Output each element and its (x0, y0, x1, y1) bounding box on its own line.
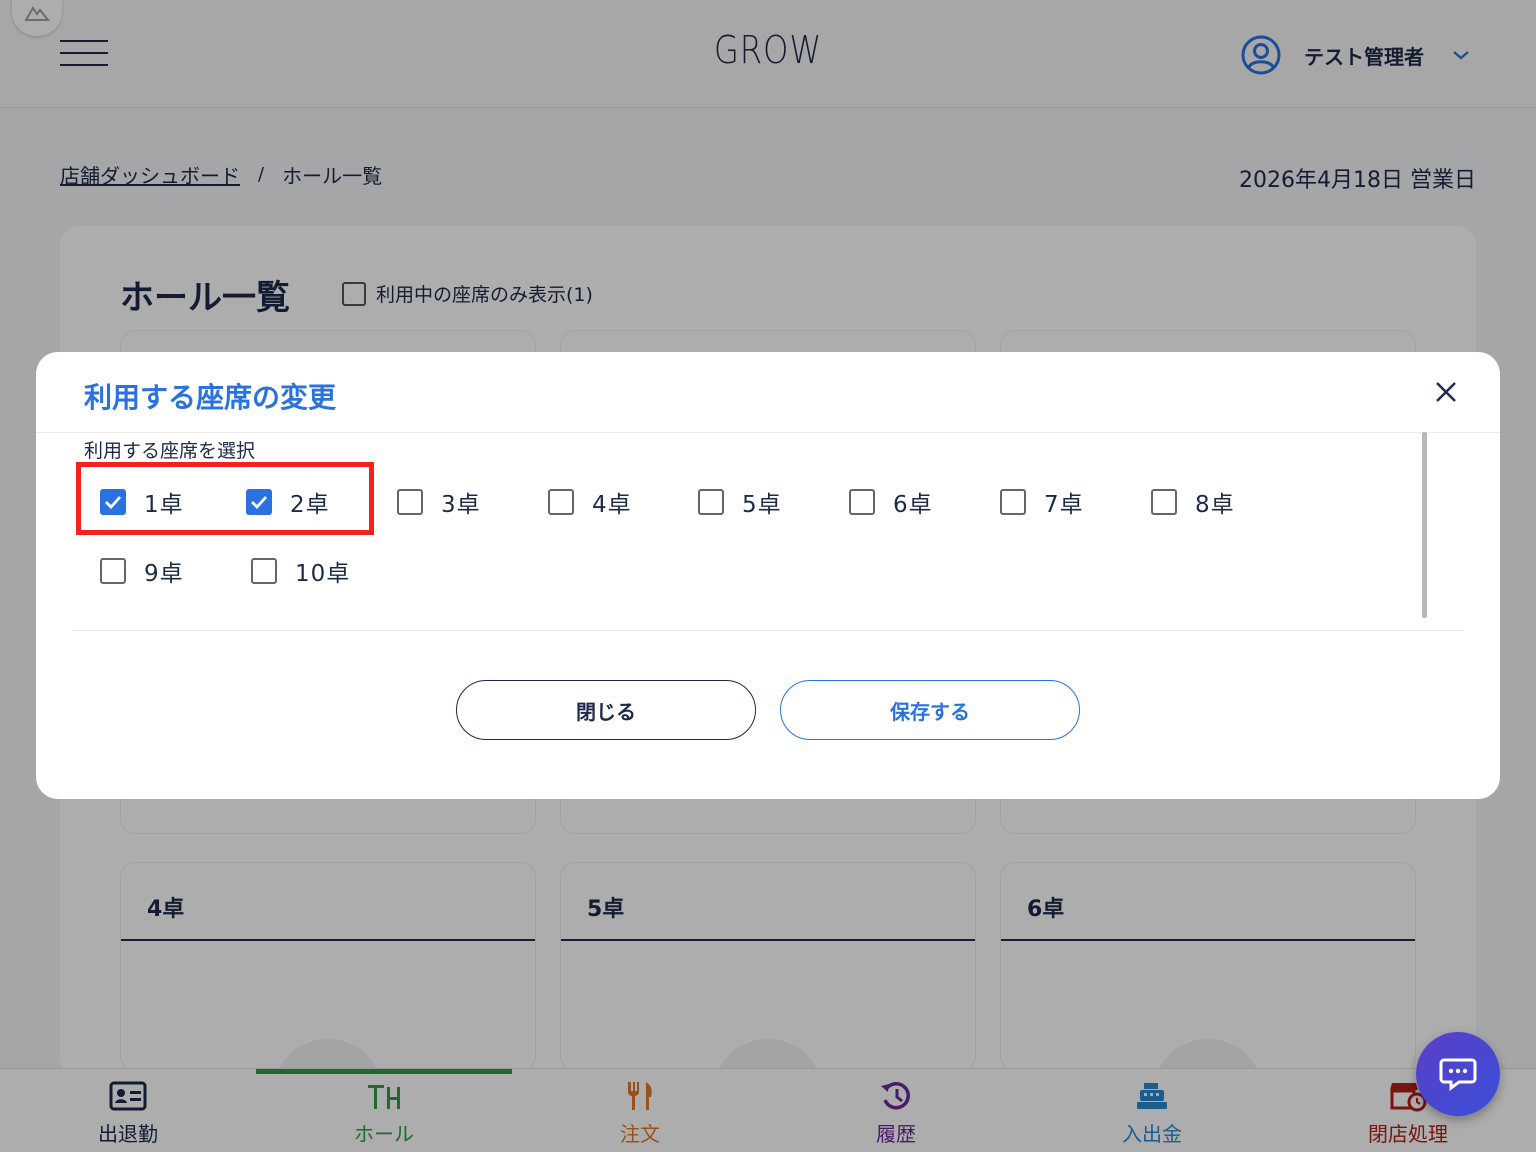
modal-divider (36, 432, 1500, 433)
seat-checkbox-5[interactable]: 5卓 (698, 485, 782, 519)
checkbox[interactable] (698, 489, 724, 515)
checkbox[interactable] (548, 489, 574, 515)
seat-checkbox-7[interactable]: 7卓 (1000, 485, 1084, 519)
modal-scrollbar[interactable] (1422, 432, 1427, 618)
seat-label: 10卓 (295, 561, 351, 587)
seat-checkbox-3[interactable]: 3卓 (397, 485, 481, 519)
modal-divider (72, 630, 1464, 631)
seat-label: 6卓 (893, 492, 933, 518)
close-icon (1436, 382, 1456, 402)
close-button[interactable]: 閉じる (456, 680, 756, 740)
seat-checkbox-4[interactable]: 4卓 (548, 485, 632, 519)
save-button[interactable]: 保存する (780, 680, 1080, 740)
modal-title: 利用する座席の変更 (84, 381, 337, 414)
highlight-annotation (76, 462, 374, 535)
checkbox[interactable] (100, 558, 126, 584)
seat-checkbox-9[interactable]: 9卓 (100, 554, 184, 588)
seat-label: 8卓 (1195, 492, 1235, 518)
modal-close-button[interactable] (1428, 374, 1464, 410)
seat-checkbox-10[interactable]: 10卓 (251, 554, 350, 588)
seat-checkbox-8[interactable]: 8卓 (1151, 485, 1235, 519)
seat-label: 4卓 (592, 492, 632, 518)
seat-label: 3卓 (441, 492, 481, 518)
chat-bubble-icon (1439, 1058, 1477, 1091)
checkbox[interactable] (849, 489, 875, 515)
checkbox[interactable] (251, 558, 277, 584)
seat-label: 7卓 (1044, 492, 1084, 518)
checkbox[interactable] (1151, 489, 1177, 515)
seat-change-modal: 利用する座席の変更 利用する座席を選択 1卓 2卓 3卓 4卓 5卓 6卓 7卓… (36, 352, 1500, 799)
seat-label: 5卓 (742, 492, 782, 518)
checkbox[interactable] (1000, 489, 1026, 515)
seat-select-label: 利用する座席を選択 (84, 440, 256, 462)
seat-label: 9卓 (144, 561, 184, 587)
seat-checkbox-6[interactable]: 6卓 (849, 485, 933, 519)
chat-button[interactable] (1416, 1032, 1500, 1116)
checkbox[interactable] (397, 489, 423, 515)
